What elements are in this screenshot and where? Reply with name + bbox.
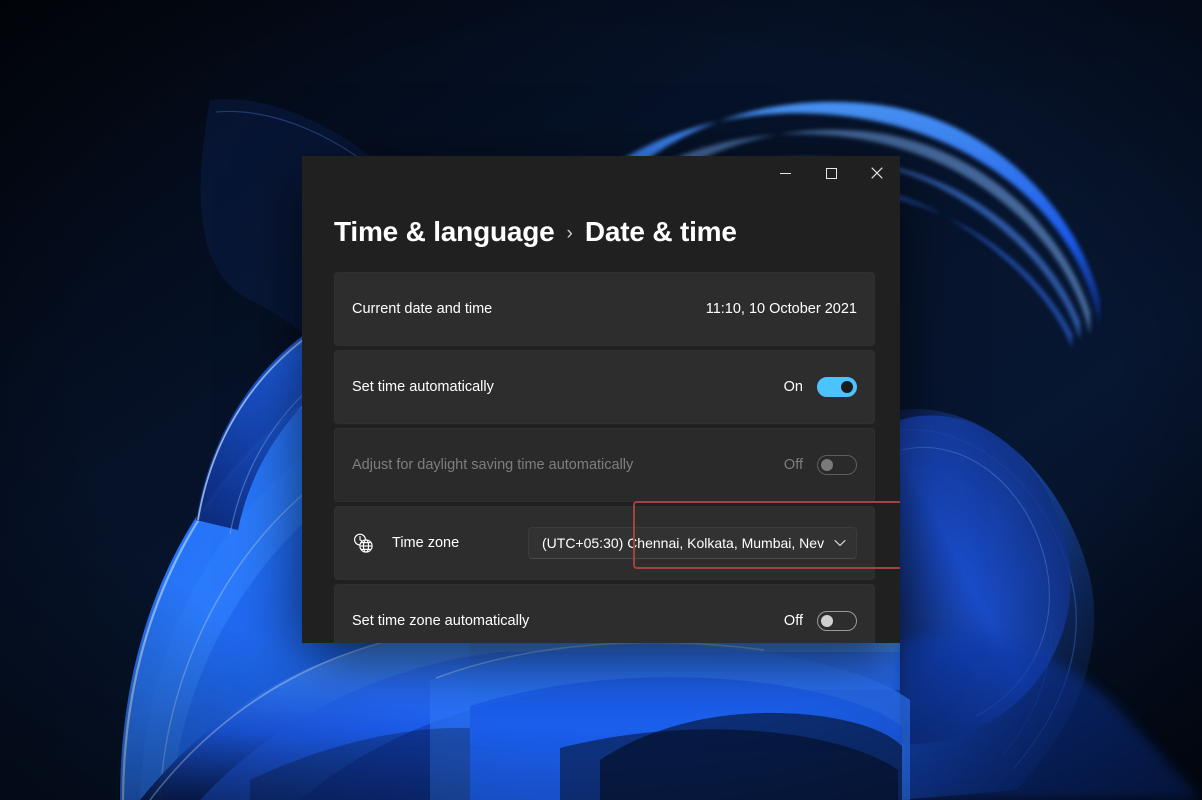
setting-row-time-zone: Time zone (UTC+05:30) Chennai, Kolkata, … <box>334 506 875 580</box>
set-time-automatically-state: On <box>783 379 803 395</box>
set-time-zone-automatically-toggle[interactable] <box>817 611 857 631</box>
minimize-icon <box>779 168 791 179</box>
setting-row-adjust-for-daylight-saving-time-automatically: Adjust for daylight saving time automati… <box>334 428 875 502</box>
setting-label-set-time-zone-automatically: Set time zone automatically <box>352 613 530 629</box>
setting-row-set-time-automatically[interactable]: Set time automatically On <box>334 350 875 424</box>
settings-list: Current date and time 11:10, 10 October … <box>334 272 875 643</box>
time-zone-globe-clock-icon <box>352 532 374 554</box>
minimize-button[interactable] <box>762 156 808 190</box>
setting-row-left: Adjust for daylight saving time automati… <box>352 457 784 473</box>
adjust-for-daylight-saving-time-toggle <box>817 455 857 475</box>
current-date-and-time-value: 11:10, 10 October 2021 <box>705 301 857 317</box>
set-time-zone-automatically-state: Off <box>783 613 803 629</box>
settings-window: Time & language › Date & time Current da… <box>302 156 900 643</box>
breadcrumb-separator-icon: › <box>566 223 573 244</box>
setting-row-left: Set time zone automatically <box>352 613 784 629</box>
setting-label-time-zone: Time zone <box>392 535 460 551</box>
setting-label-adjust-for-daylight-saving-time-automatically: Adjust for daylight saving time automati… <box>352 457 634 473</box>
setting-row-right: Off <box>784 611 857 631</box>
setting-row-right: On <box>784 377 857 397</box>
toggle-knob <box>821 459 833 471</box>
adjust-for-daylight-saving-time-state: Off <box>783 457 803 473</box>
set-time-automatically-toggle[interactable] <box>817 377 857 397</box>
toggle-knob <box>821 615 833 627</box>
close-button[interactable] <box>854 156 900 190</box>
setting-row-left: Set time automatically <box>352 379 784 395</box>
desktop: Time & language › Date & time Current da… <box>0 0 1202 800</box>
setting-row-set-time-zone-automatically[interactable]: Set time zone automatically Off <box>334 584 875 643</box>
time-zone-selected-value: (UTC+05:30) Chennai, Kolkata, Mumbai, Ne… <box>542 535 825 551</box>
chevron-down-icon <box>834 539 846 547</box>
window-titlebar <box>302 156 900 190</box>
setting-row-left: Current date and time <box>352 301 706 317</box>
page-title: Date & time <box>584 216 737 247</box>
setting-label-current-date-and-time: Current date and time <box>352 301 493 317</box>
breadcrumb: Time & language › Date & time <box>302 190 900 248</box>
setting-row-right: (UTC+05:30) Chennai, Kolkata, Mumbai, Ne… <box>528 527 857 559</box>
setting-row-right: Off <box>784 455 857 475</box>
setting-row-left: Time zone <box>352 532 528 554</box>
maximize-icon <box>825 167 837 179</box>
close-icon <box>871 167 883 179</box>
setting-row-current-date-and-time: Current date and time 11:10, 10 October … <box>334 272 875 346</box>
setting-row-right: 11:10, 10 October 2021 <box>706 301 857 317</box>
breadcrumb-parent-link[interactable]: Time & language <box>334 216 555 248</box>
maximize-button[interactable] <box>808 156 854 190</box>
toggle-knob <box>841 381 853 393</box>
setting-label-set-time-automatically: Set time automatically <box>352 379 494 395</box>
time-zone-dropdown[interactable]: (UTC+05:30) Chennai, Kolkata, Mumbai, Ne… <box>528 527 857 559</box>
